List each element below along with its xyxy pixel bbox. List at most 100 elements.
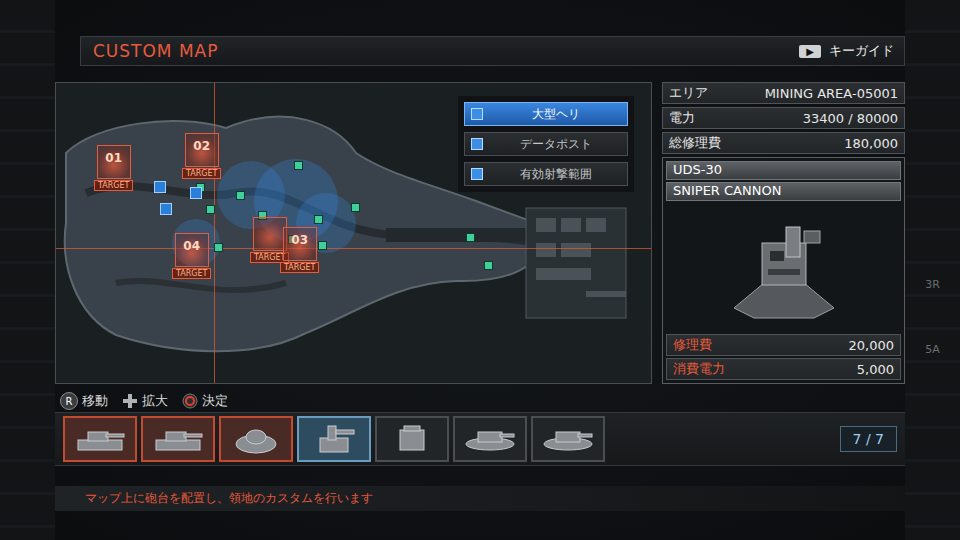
stat-label: 修理費 — [673, 336, 712, 354]
data-post-icon[interactable] — [206, 205, 215, 214]
target-box: 01 — [97, 145, 131, 179]
help-text: マップ上に砲台を配置し、領地のカスタムを行います — [55, 486, 905, 511]
target-label: TARGET — [280, 262, 319, 273]
left-frame — [0, 0, 55, 540]
info-value: 180,000 — [844, 136, 898, 151]
stick-key-icon: R — [60, 392, 78, 410]
legend-item[interactable]: 大型ヘリ — [464, 102, 628, 126]
header-bar: CUSTOM MAP ▶ キーガイド — [80, 36, 905, 66]
info-row: エリアMINING AREA-05001 — [662, 82, 905, 104]
info-row: 総修理費 180,000 — [662, 132, 905, 154]
unit-stat: 消費電力 5,000 — [666, 358, 901, 380]
info-label: 電力 — [669, 109, 695, 127]
page-counter: 7 / 7 — [840, 426, 897, 452]
target-box: 04 — [175, 233, 209, 267]
key-guide-key: ▶ — [799, 45, 821, 58]
info-label: エリア — [669, 84, 708, 102]
crosshair-horizontal — [56, 248, 651, 249]
data-post-icon[interactable] — [214, 243, 223, 252]
legend-item[interactable]: データポスト — [464, 132, 628, 156]
info-label: 総修理費 — [669, 134, 721, 152]
sniper-cannon-icon — [724, 213, 844, 323]
custom-map-screen: CUSTOM MAP▶キーガイド01TARGET02TARGET04TARGET… — [0, 0, 960, 540]
turret-thumbnail[interactable] — [63, 416, 137, 462]
key-guide[interactable]: ▶ キーガイド — [799, 42, 894, 60]
helicopter-icon[interactable] — [154, 181, 166, 193]
control-label: 移動 — [82, 392, 108, 410]
side-mark: 5A — [925, 343, 940, 356]
dome-icon — [228, 422, 284, 456]
tank-icon — [150, 422, 206, 456]
target-marker[interactable]: 04TARGET — [172, 233, 211, 279]
stat-value: 20,000 — [849, 338, 895, 353]
target-number: 02 — [193, 139, 210, 153]
turret-thumbnail[interactable] — [141, 416, 215, 462]
data-post-icon[interactable] — [236, 191, 245, 200]
tank-icon — [72, 422, 128, 456]
crosshair-vertical — [214, 83, 215, 383]
hover-icon — [540, 422, 596, 456]
helicopter-icon[interactable] — [190, 187, 202, 199]
target-marker[interactable]: 01 TARGET — [94, 145, 133, 191]
unit-image — [666, 203, 901, 332]
legend-label: データポスト — [491, 136, 621, 153]
right-frame: 3R 5A — [905, 0, 960, 540]
side-mark: 3R — [925, 278, 940, 291]
turret-icon — [384, 422, 440, 456]
target-number: 03 — [291, 233, 308, 247]
data-post-icon[interactable] — [484, 261, 493, 270]
main-area: 01TARGET02TARGET04TARGETTARGET03TARGET大型… — [55, 82, 905, 384]
control-label: 拡大 — [142, 392, 168, 410]
legend-label: 大型ヘリ — [491, 106, 621, 123]
cannon-icon — [306, 422, 362, 456]
control-hint: 決定 — [182, 392, 228, 410]
stat-value: 5,000 — [857, 362, 894, 377]
data-post-icon[interactable] — [318, 241, 327, 250]
turret-thumbnail[interactable] — [219, 416, 293, 462]
legend-item[interactable]: 有効射撃範囲 — [464, 162, 628, 186]
info-row: 電力 33400 / 80000 — [662, 107, 905, 129]
legend-label: 有効射撃範囲 — [491, 166, 621, 183]
helicopter-icon[interactable] — [160, 203, 172, 215]
target-number: 04 — [183, 239, 200, 253]
turret-selector: 7 / 7 — [55, 412, 905, 466]
data-post-icon[interactable] — [294, 161, 303, 170]
legend-swatch-icon — [471, 108, 483, 120]
data-post-icon[interactable] — [314, 215, 323, 224]
unit-stat: 修理費 20,000 — [666, 334, 901, 356]
target-label: TARGET — [94, 180, 133, 191]
turret-thumbnail[interactable] — [453, 416, 527, 462]
stat-label: 消費電力 — [673, 360, 725, 378]
turret-thumbnail[interactable] — [375, 416, 449, 462]
info-panel: エリアMINING AREA-05001 電力 33400 / 80000 総修理費 1… — [662, 82, 905, 384]
control-hint: 拡大 — [122, 392, 168, 410]
dpad-icon — [122, 393, 138, 409]
target-box: 03 — [283, 227, 317, 261]
target-box: 02 — [185, 133, 219, 167]
turret-thumbnail[interactable] — [531, 416, 605, 462]
info-value: 33400 / 80000 — [803, 111, 898, 126]
target-marker[interactable]: 02 TARGET — [182, 133, 221, 179]
data-post-icon[interactable] — [466, 233, 475, 242]
unit-card: UDS-30 SNIPER CANNON 修理費 20,000 消費電力 5,000 — [662, 157, 905, 384]
control-hint: R移動 — [60, 392, 108, 410]
map-legend: 大型ヘリデータポスト有効射撃範囲 — [458, 96, 634, 192]
data-post-icon[interactable] — [351, 203, 360, 212]
target-label: TARGET — [182, 168, 221, 179]
target-marker[interactable]: 03 TARGET — [280, 227, 319, 273]
control-label: 決定 — [202, 392, 228, 410]
unit-type: SNIPER CANNON — [666, 182, 901, 201]
target-box — [253, 217, 287, 251]
screen-title: CUSTOM MAP — [93, 41, 219, 61]
target-number: 01 — [105, 151, 122, 165]
hover-icon — [462, 422, 518, 456]
control-hints: R移動 拡大 決定 — [55, 390, 905, 412]
legend-swatch-icon — [471, 138, 483, 150]
turret-thumbnail[interactable] — [297, 416, 371, 462]
map-panel[interactable]: 01TARGET02TARGET04TARGETTARGET03TARGET大型… — [55, 82, 652, 384]
key-guide-label: キーガイド — [829, 42, 894, 60]
legend-swatch-icon — [471, 168, 483, 180]
unit-model: UDS-30 — [666, 161, 901, 180]
content: CUSTOM MAP▶キーガイド01TARGET02TARGET04TARGET… — [55, 0, 905, 540]
circle-button-icon — [182, 393, 198, 409]
